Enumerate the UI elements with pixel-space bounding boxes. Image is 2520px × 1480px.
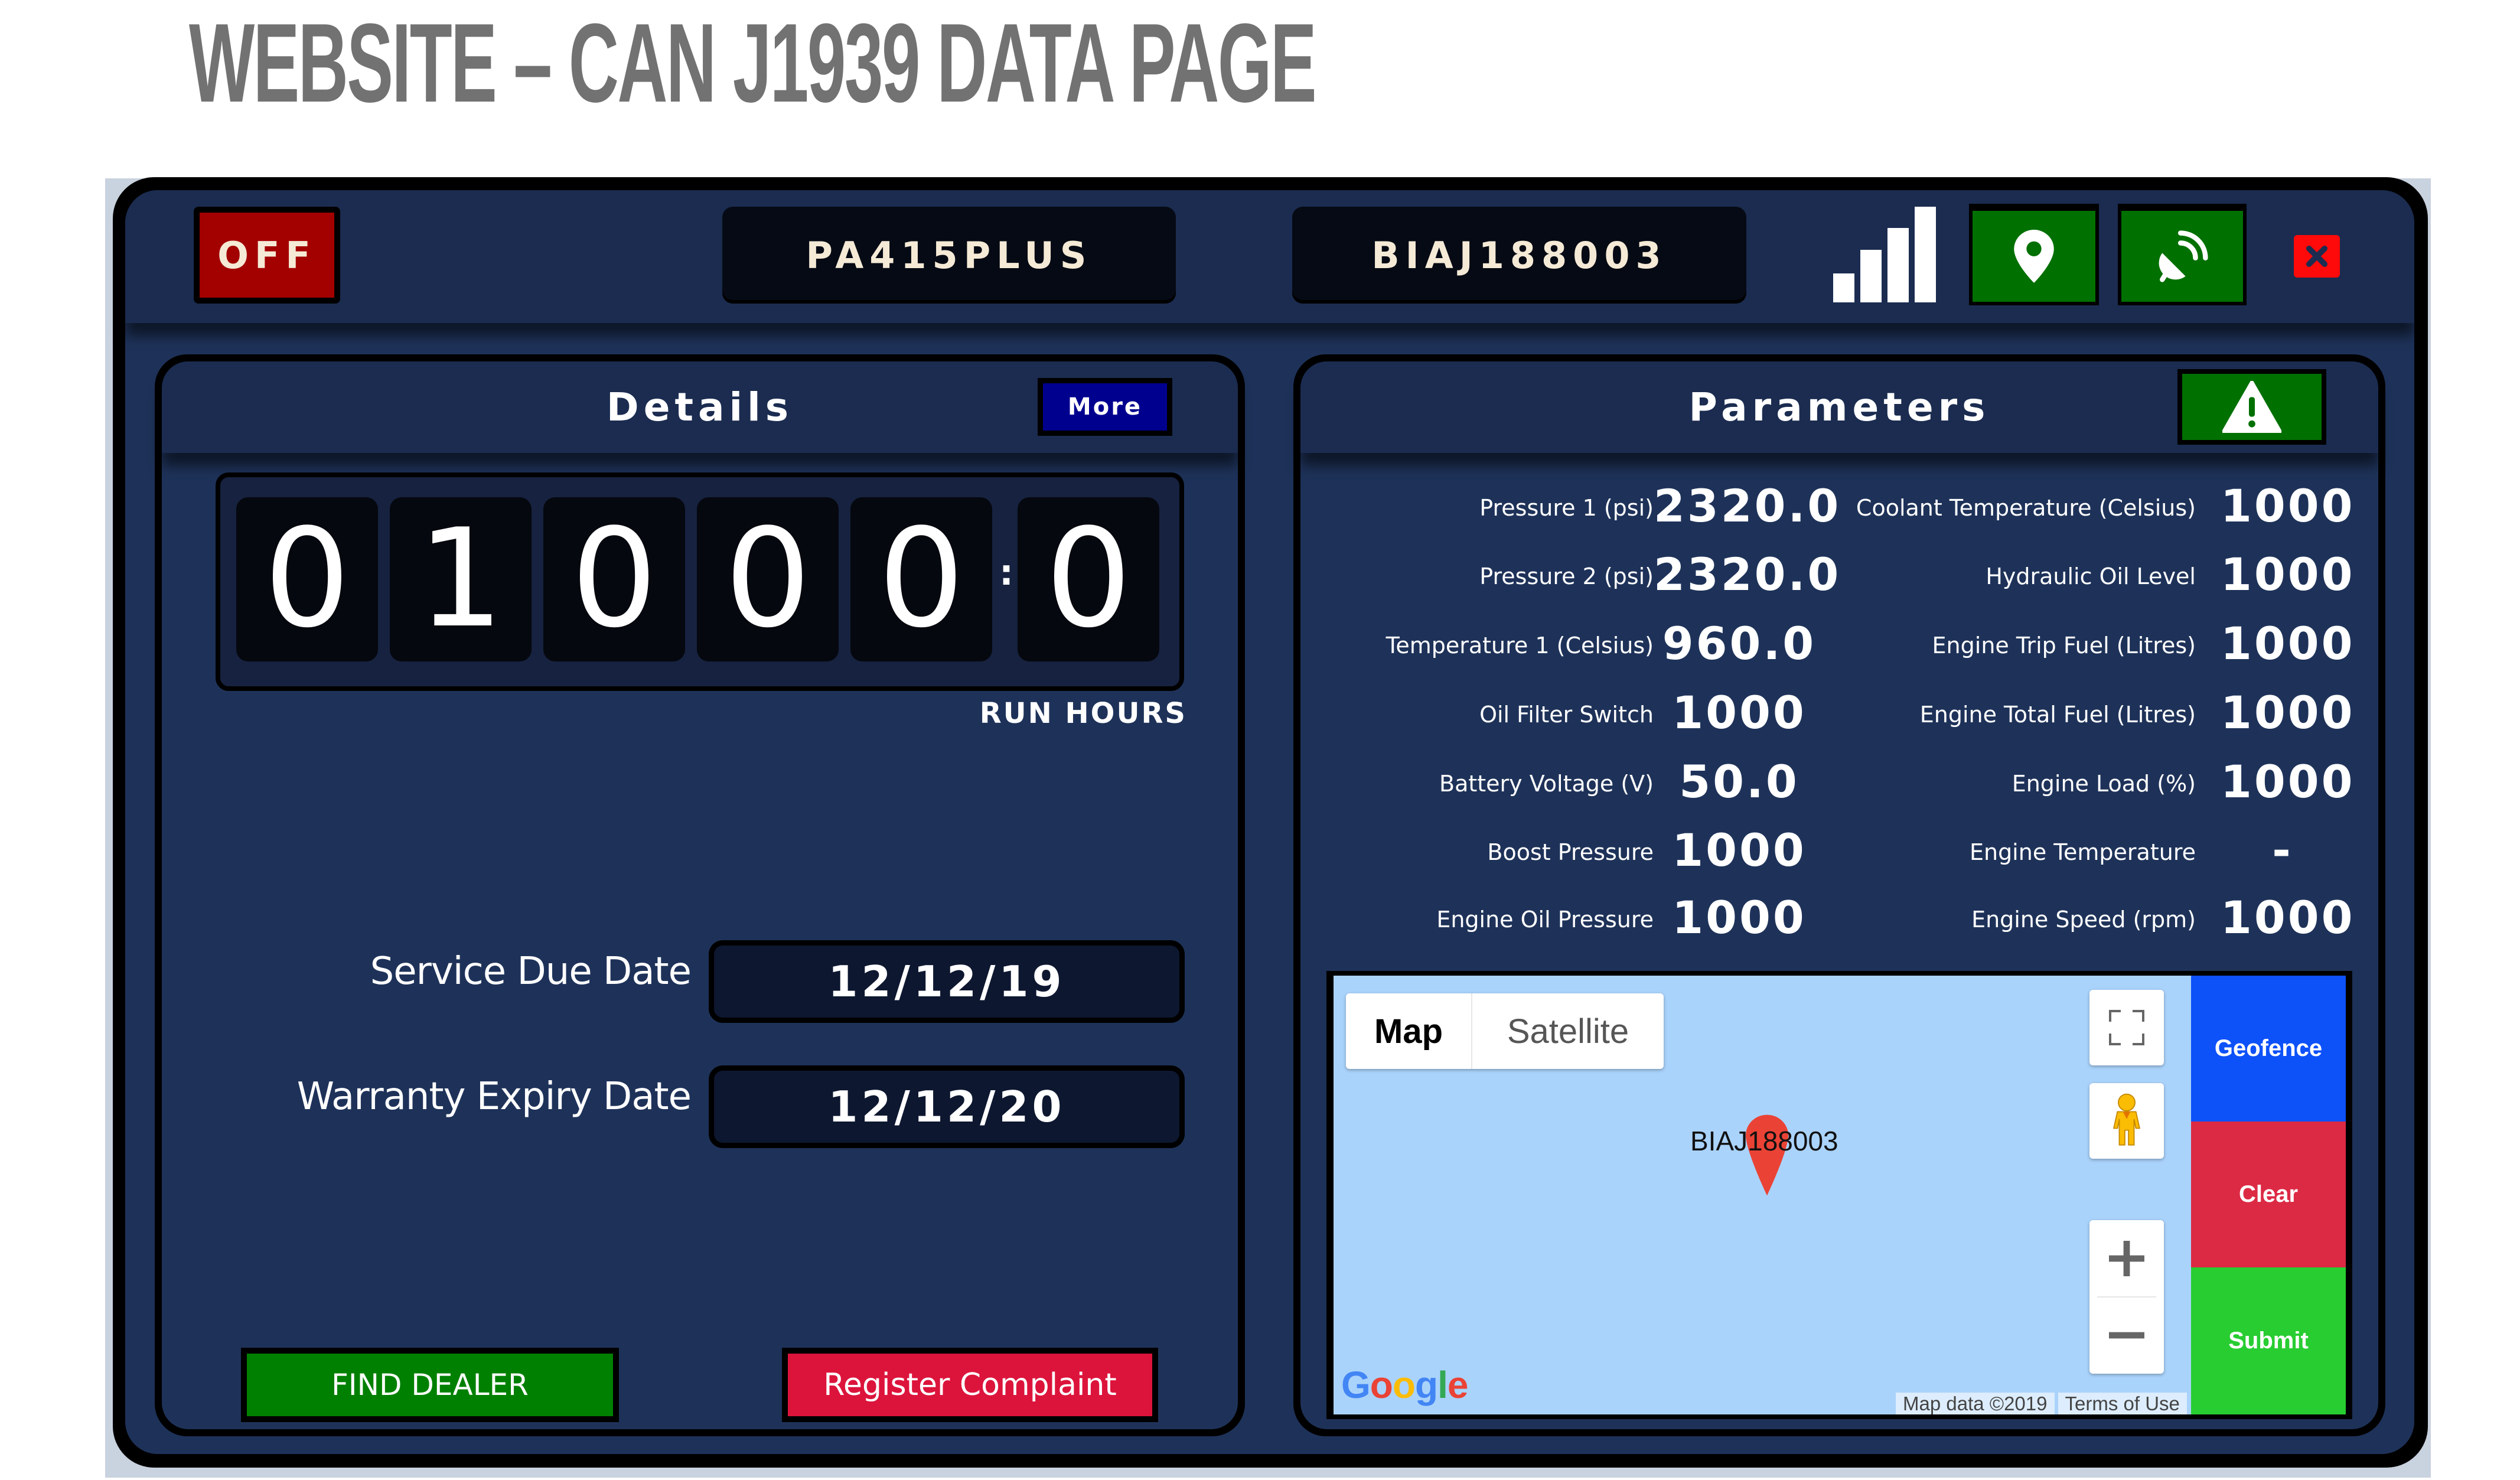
parameter-value: 1000 (2221, 548, 2355, 601)
page-title: WEBSITE – CAN J1939 DATA PAGE (189, 1, 1317, 126)
parameters-title: Parameters (1688, 384, 1990, 430)
parameter-value: 1000 (2221, 686, 2355, 739)
map-data-attribution: Map data ©2019 (1896, 1393, 2055, 1414)
odometer-digit: 0 (850, 497, 992, 661)
serial-display: BIAJ188003 (1292, 207, 1746, 304)
zoom-controls (2089, 1220, 2164, 1374)
parameter-label: Engine Trip Fuel (Litres) (1932, 633, 2196, 658)
plus-icon (2109, 1240, 2144, 1276)
zoom-in-button[interactable] (2089, 1220, 2164, 1296)
service-due-value: 12/12/19 (709, 940, 1185, 1023)
parameter-label: Battery Voltage (V) (1439, 771, 1654, 797)
minus-icon (2109, 1332, 2144, 1339)
odometer-digit: 0 (543, 497, 685, 661)
signal-bars-icon (1831, 207, 1937, 302)
google-logo: Google (1341, 1364, 1468, 1406)
service-due-label: Service Due Date (370, 950, 692, 993)
parameter-value: 1000 (2221, 617, 2355, 670)
signal-bar (1833, 273, 1854, 302)
parameter-value: - (2272, 824, 2293, 876)
warning-triangle-icon (2222, 381, 2281, 433)
street-view-button[interactable] (2089, 1083, 2164, 1159)
parameter-label: Pressure 1 (psi) (1479, 495, 1654, 521)
parameter-label: Engine Speed (rpm) (1971, 907, 2196, 933)
find-dealer-button[interactable]: FIND DEALER (241, 1348, 619, 1422)
model-display: PA415PLUS (722, 207, 1176, 304)
details-title: Details (606, 384, 794, 430)
odometer-separator: : (999, 552, 1013, 594)
parameter-label: Engine Temperature (1969, 839, 2196, 865)
clear-button[interactable]: Clear (2191, 1122, 2346, 1267)
parameter-label: Coolant Temperature (Celsius) (1856, 495, 2196, 521)
signal-bar (1860, 249, 1882, 302)
satellite-button[interactable] (2118, 204, 2247, 305)
close-x-icon (2306, 245, 2328, 268)
pegman-icon (2113, 1093, 2141, 1146)
parameter-label: Engine Total Fuel (Litres) (1919, 702, 2196, 728)
warranty-expiry-label: Warranty Expiry Date (296, 1075, 692, 1119)
parameter-label: Engine Oil Pressure (1436, 907, 1654, 933)
parameter-label: Boost Pressure (1487, 839, 1654, 865)
odometer-digit: 0 (697, 497, 839, 661)
parameter-label: Hydraulic Oil Level (1986, 563, 2196, 589)
map-marker-label: BIAJ188003 (1690, 1126, 1838, 1156)
map-pin-icon (2014, 230, 2054, 283)
terms-of-use-link[interactable]: Terms of Use (2058, 1393, 2187, 1414)
submit-button[interactable]: Submit (2191, 1267, 2346, 1414)
signal-bar (1915, 207, 1936, 302)
map-type-control: Map Satellite (1346, 993, 1664, 1069)
map-type-map-button[interactable]: Map (1346, 993, 1472, 1069)
more-button[interactable]: More (1038, 378, 1172, 436)
register-complaint-button[interactable]: Register Complaint (782, 1348, 1158, 1422)
map-attribution: Map data ©2019 Terms of Use (1896, 1393, 2190, 1414)
warranty-expiry-value: 12/12/20 (709, 1065, 1185, 1148)
odometer-digit: 0 (236, 497, 378, 661)
zoom-out-button[interactable] (2089, 1298, 2164, 1374)
fullscreen-button[interactable] (2089, 990, 2164, 1065)
close-button[interactable] (2294, 235, 2340, 278)
map-type-satellite-button[interactable]: Satellite (1472, 993, 1664, 1069)
satellite-dish-icon (2159, 230, 2208, 282)
parameter-value: 1000 (2221, 891, 2355, 944)
parameter-label: Temperature 1 (Celsius) (1385, 633, 1654, 658)
parameter-label: Engine Load (%) (2012, 771, 2196, 797)
alert-button[interactable] (2177, 369, 2326, 445)
geofence-button[interactable]: Geofence (2191, 976, 2346, 1122)
fullscreen-icon (2109, 1010, 2144, 1045)
odometer-digit: 1 (390, 497, 532, 661)
signal-bar (1887, 227, 1909, 302)
parameter-label: Pressure 2 (psi) (1479, 563, 1654, 589)
parameter-value: 1000 (2221, 755, 2355, 808)
parameter-value: 1000 (2221, 480, 2355, 532)
parameter-label: Oil Filter Switch (1479, 702, 1654, 728)
location-button[interactable] (1969, 204, 2099, 305)
power-status-button[interactable]: OFF (194, 207, 340, 304)
